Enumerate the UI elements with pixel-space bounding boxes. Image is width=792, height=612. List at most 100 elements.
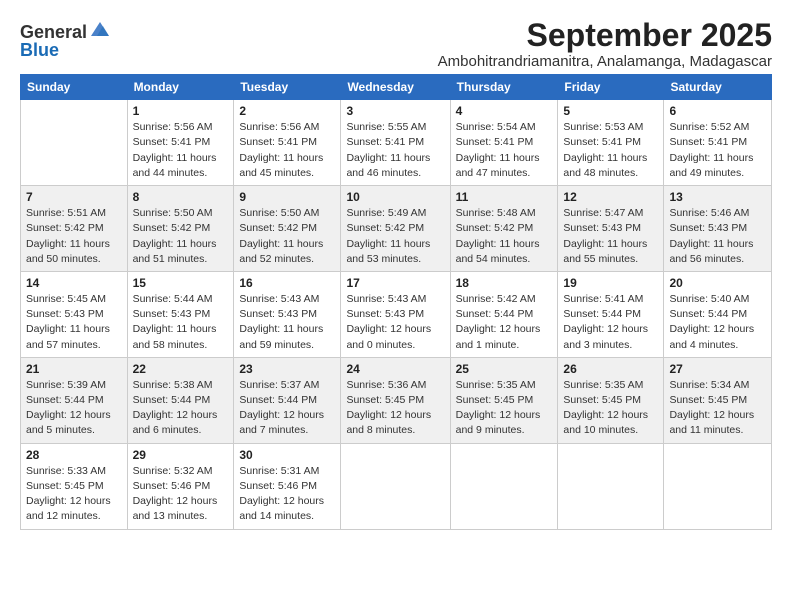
header-monday: Monday	[127, 75, 234, 100]
day-number: 29	[133, 448, 229, 462]
table-cell: 6 Sunrise: 5:52 AM Sunset: 5:41 PM Daylig…	[664, 100, 772, 186]
day-number: 15	[133, 276, 229, 290]
logo-icon	[89, 18, 111, 45]
day-number: 24	[346, 362, 444, 376]
day-number: 22	[133, 362, 229, 376]
day-number: 20	[669, 276, 766, 290]
day-number: 18	[456, 276, 553, 290]
header-wednesday: Wednesday	[341, 75, 450, 100]
location-title: Ambohitrandriamanitra, Analamanga, Madag…	[438, 53, 772, 70]
table-cell	[558, 443, 664, 529]
day-number: 27	[669, 362, 766, 376]
day-info: Sunrise: 5:52 AM Sunset: 5:41 PM Dayligh…	[669, 120, 766, 181]
day-info: Sunrise: 5:50 AM Sunset: 5:42 PM Dayligh…	[239, 206, 335, 267]
day-info: Sunrise: 5:39 AM Sunset: 5:44 PM Dayligh…	[26, 378, 122, 439]
week-row-2: 7Sunrise: 5:51 AM Sunset: 5:42 PM Daylig…	[21, 186, 772, 272]
day-info: Sunrise: 5:55 AM Sunset: 5:41 PM Dayligh…	[346, 120, 444, 181]
day-info: Sunrise: 5:54 AM Sunset: 5:41 PM Dayligh…	[456, 120, 553, 181]
week-row-3: 14 Sunrise: 5:45 AM Sunset: 5:43 PM Dayli…	[21, 271, 772, 357]
day-number: 7	[26, 190, 122, 204]
table-cell: 15 Sunrise: 5:44 AM Sunset: 5:43 PM Dayli…	[127, 271, 234, 357]
table-cell: 16 Sunrise: 5:43 AM Sunset: 5:43 PM Dayli…	[234, 271, 341, 357]
day-info: Sunrise: 5:35 AM Sunset: 5:45 PM Dayligh…	[456, 378, 553, 439]
day-info: Sunrise: 5:33 AM Sunset: 5:45 PM Dayligh…	[26, 464, 122, 525]
day-info: Sunrise: 5:56 AM Sunset: 5:41 PM Dayligh…	[239, 120, 335, 181]
day-info: Sunrise: 5:40 AM Sunset: 5:44 PM Dayligh…	[669, 292, 766, 353]
day-info: Sunrise: 5:37 AM Sunset: 5:44 PM Dayligh…	[239, 378, 335, 439]
day-number: 4	[456, 104, 553, 118]
header-thursday: Thursday	[450, 75, 558, 100]
day-number: 10	[346, 190, 444, 204]
table-cell: 21 Sunrise: 5:39 AM Sunset: 5:44 PM Dayli…	[21, 357, 128, 443]
day-number: 26	[563, 362, 658, 376]
day-info: Sunrise: 5:41 AM Sunset: 5:44 PM Dayligh…	[563, 292, 658, 353]
table-cell	[21, 100, 128, 186]
day-number: 8	[133, 190, 229, 204]
table-cell	[341, 443, 450, 529]
day-info: Sunrise: 5:47 AM Sunset: 5:43 PM Dayligh…	[563, 206, 658, 267]
table-cell: 5 Sunrise: 5:53 AM Sunset: 5:41 PM Daylig…	[558, 100, 664, 186]
title-block: September 2025 Ambohitrandriamanitra, An…	[438, 18, 772, 70]
day-info: Sunrise: 5:42 AM Sunset: 5:44 PM Dayligh…	[456, 292, 553, 353]
day-info: Sunrise: 5:43 AM Sunset: 5:43 PM Dayligh…	[239, 292, 335, 353]
day-number: 5	[563, 104, 658, 118]
header-saturday: Saturday	[664, 75, 772, 100]
day-number: 16	[239, 276, 335, 290]
day-info: Sunrise: 5:44 AM Sunset: 5:43 PM Dayligh…	[133, 292, 229, 353]
header-sunday: Sunday	[21, 75, 128, 100]
weekday-header-row: Sunday Monday Tuesday Wednesday Thursday…	[21, 75, 772, 100]
week-row-4: 21 Sunrise: 5:39 AM Sunset: 5:44 PM Dayli…	[21, 357, 772, 443]
header: General Blue September 2025 Ambohitrandr…	[20, 18, 772, 70]
table-cell: 30 Sunrise: 5:31 AM Sunset: 5:46 PM Dayli…	[234, 443, 341, 529]
table-cell: 17Sunrise: 5:43 AM Sunset: 5:43 PM Dayli…	[341, 271, 450, 357]
page: General Blue September 2025 Ambohitrandr…	[0, 0, 792, 540]
day-number: 2	[239, 104, 335, 118]
calendar-table: Sunday Monday Tuesday Wednesday Thursday…	[20, 74, 772, 529]
day-number: 17	[346, 276, 444, 290]
table-cell: 22Sunrise: 5:38 AM Sunset: 5:44 PM Dayli…	[127, 357, 234, 443]
day-info: Sunrise: 5:56 AM Sunset: 5:41 PM Dayligh…	[133, 120, 229, 181]
table-cell: 18 Sunrise: 5:42 AM Sunset: 5:44 PM Dayli…	[450, 271, 558, 357]
table-cell: 2 Sunrise: 5:56 AM Sunset: 5:41 PM Daylig…	[234, 100, 341, 186]
table-cell: 19 Sunrise: 5:41 AM Sunset: 5:44 PM Dayli…	[558, 271, 664, 357]
month-title: September 2025	[438, 18, 772, 53]
table-cell: 26 Sunrise: 5:35 AM Sunset: 5:45 PM Dayli…	[558, 357, 664, 443]
day-info: Sunrise: 5:49 AM Sunset: 5:42 PM Dayligh…	[346, 206, 444, 267]
day-info: Sunrise: 5:45 AM Sunset: 5:43 PM Dayligh…	[26, 292, 122, 353]
day-info: Sunrise: 5:50 AM Sunset: 5:42 PM Dayligh…	[133, 206, 229, 267]
logo-blue: Blue	[20, 41, 59, 59]
week-row-1: 1 Sunrise: 5:56 AM Sunset: 5:41 PM Daylig…	[21, 100, 772, 186]
table-cell: 28 Sunrise: 5:33 AM Sunset: 5:45 PM Dayli…	[21, 443, 128, 529]
day-number: 6	[669, 104, 766, 118]
day-number: 23	[239, 362, 335, 376]
table-cell: 23 Sunrise: 5:37 AM Sunset: 5:44 PM Dayli…	[234, 357, 341, 443]
table-cell: 3 Sunrise: 5:55 AM Sunset: 5:41 PM Daylig…	[341, 100, 450, 186]
day-info: Sunrise: 5:53 AM Sunset: 5:41 PM Dayligh…	[563, 120, 658, 181]
logo-general: General	[20, 23, 87, 41]
table-cell	[664, 443, 772, 529]
table-cell: 20 Sunrise: 5:40 AM Sunset: 5:44 PM Dayli…	[664, 271, 772, 357]
table-cell: 7Sunrise: 5:51 AM Sunset: 5:42 PM Daylig…	[21, 186, 128, 272]
day-number: 19	[563, 276, 658, 290]
table-cell: 11Sunrise: 5:48 AM Sunset: 5:42 PM Dayli…	[450, 186, 558, 272]
day-info: Sunrise: 5:35 AM Sunset: 5:45 PM Dayligh…	[563, 378, 658, 439]
week-row-5: 28 Sunrise: 5:33 AM Sunset: 5:45 PM Dayli…	[21, 443, 772, 529]
day-number: 21	[26, 362, 122, 376]
day-info: Sunrise: 5:32 AM Sunset: 5:46 PM Dayligh…	[133, 464, 229, 525]
day-info: Sunrise: 5:34 AM Sunset: 5:45 PM Dayligh…	[669, 378, 766, 439]
day-number: 30	[239, 448, 335, 462]
day-number: 1	[133, 104, 229, 118]
day-number: 9	[239, 190, 335, 204]
day-info: Sunrise: 5:46 AM Sunset: 5:43 PM Dayligh…	[669, 206, 766, 267]
day-number: 11	[456, 190, 553, 204]
day-number: 3	[346, 104, 444, 118]
day-number: 28	[26, 448, 122, 462]
logo: General Blue	[20, 18, 111, 59]
table-cell: 14 Sunrise: 5:45 AM Sunset: 5:43 PM Dayli…	[21, 271, 128, 357]
day-number: 14	[26, 276, 122, 290]
header-tuesday: Tuesday	[234, 75, 341, 100]
table-cell: 24Sunrise: 5:36 AM Sunset: 5:45 PM Dayli…	[341, 357, 450, 443]
header-friday: Friday	[558, 75, 664, 100]
day-info: Sunrise: 5:31 AM Sunset: 5:46 PM Dayligh…	[239, 464, 335, 525]
table-cell: 10 Sunrise: 5:49 AM Sunset: 5:42 PM Dayli…	[341, 186, 450, 272]
